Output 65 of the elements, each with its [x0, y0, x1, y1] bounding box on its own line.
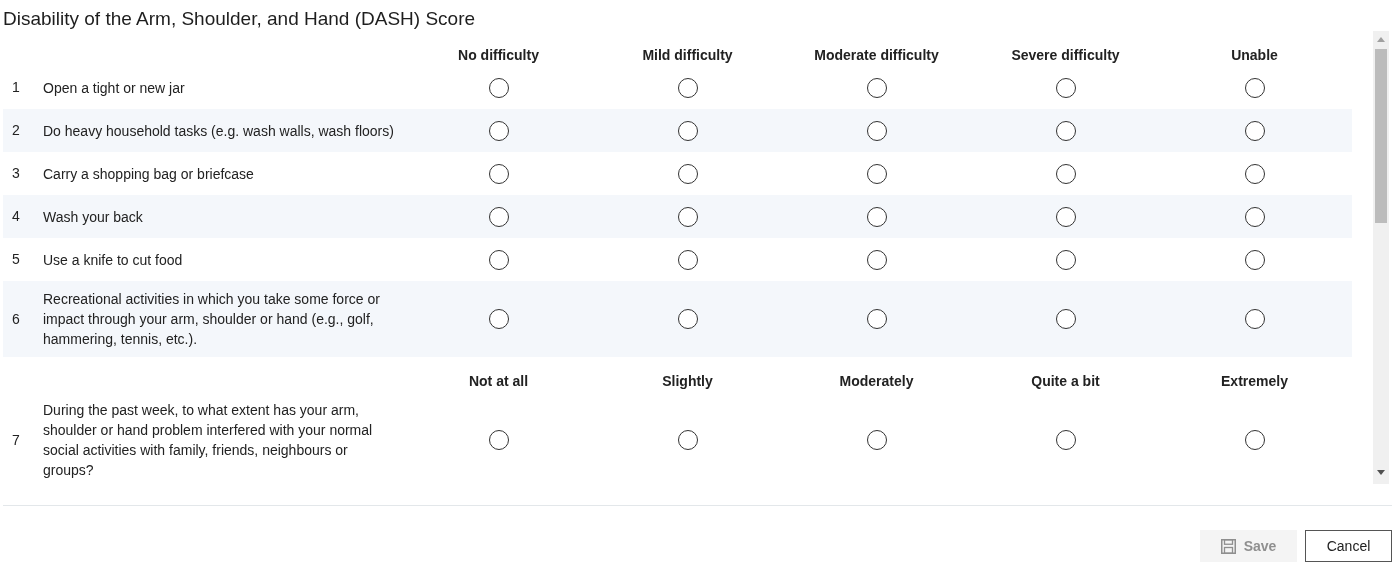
radio-button[interactable] [1055, 120, 1076, 141]
radio-button[interactable] [677, 249, 698, 270]
question-number: 6 [11, 309, 21, 329]
question-number: 5 [11, 250, 21, 269]
scrollbar[interactable] [1373, 31, 1389, 484]
radio-button[interactable] [866, 120, 887, 141]
radio-button[interactable] [677, 163, 698, 184]
radio-button[interactable] [488, 77, 509, 98]
question-text: During the past week, to what extent has your arm, shoulder or hand problem interfered with your normal social activities with family, friends, neighbours or groups? [43, 401, 374, 480]
radio-button[interactable] [488, 120, 509, 141]
radio-button[interactable] [1244, 163, 1265, 184]
question-text: Recreational activities in which you take some force or impact through your arm, shoulder or hand (e.g., golf, hammering, tennis, etc.). [43, 290, 381, 349]
radio-button[interactable] [1244, 430, 1265, 450]
radio-button[interactable] [1244, 249, 1265, 270]
radio-button[interactable] [1055, 206, 1076, 227]
scrollbar-thumb[interactable] [1375, 49, 1387, 223]
radio-button[interactable] [1055, 249, 1076, 270]
column-header: Unable [1230, 46, 1279, 65]
column-header: Moderate difficulty [813, 46, 940, 65]
radio-button[interactable] [1055, 77, 1076, 98]
column-header: Quite a bit [1030, 372, 1101, 391]
question-number: 7 [11, 430, 21, 450]
column-header: Mild difficulty [641, 46, 734, 65]
question-number: 3 [11, 164, 21, 183]
radio-button[interactable] [677, 206, 698, 227]
radio-button[interactable] [488, 206, 509, 227]
question-number: 2 [11, 121, 21, 140]
radio-button[interactable] [488, 430, 509, 450]
save-icon [1220, 538, 1236, 554]
question-text: Do heavy household tasks (e.g. wash walls, wash floors) [43, 121, 395, 141]
radio-button[interactable] [677, 120, 698, 141]
radio-button[interactable] [1244, 77, 1265, 98]
column-header: Slightly [661, 372, 714, 391]
radio-button[interactable] [677, 430, 698, 450]
cancel-button[interactable]: Cancel [1305, 530, 1392, 562]
radio-button[interactable] [866, 309, 887, 329]
column-header: Moderately [838, 372, 915, 391]
radio-button[interactable] [866, 249, 887, 270]
radio-button[interactable] [488, 309, 509, 329]
radio-button[interactable] [866, 430, 887, 450]
radio-button[interactable] [1244, 120, 1265, 141]
radio-button[interactable] [1055, 430, 1076, 450]
radio-button[interactable] [1244, 309, 1265, 329]
scroll-down-icon[interactable] [1377, 470, 1385, 475]
question-number: 4 [11, 207, 21, 226]
question-number: 1 [11, 78, 21, 97]
radio-button[interactable] [866, 77, 887, 98]
radio-button[interactable] [1244, 206, 1265, 227]
radio-button[interactable] [866, 206, 887, 227]
radio-button[interactable] [677, 309, 698, 329]
radio-button[interactable] [488, 249, 509, 270]
radio-button[interactable] [1055, 309, 1076, 329]
column-header: Not at all [467, 372, 530, 391]
column-header: Severe difficulty [1010, 46, 1121, 65]
column-header: No difficulty [457, 46, 540, 65]
dialog-title: Disability of the Arm, Shoulder, and Hand (DASH) Score [3, 7, 477, 31]
question-text: Wash your back [43, 207, 144, 227]
question-text: Open a tight or new jar [43, 78, 186, 98]
column-header: Extremely [1220, 372, 1289, 391]
question-text: Use a knife to cut food [43, 250, 184, 270]
radio-button[interactable] [1055, 163, 1076, 184]
radio-button[interactable] [488, 163, 509, 184]
question-text: Carry a shopping bag or briefcase [43, 164, 255, 184]
radio-button[interactable] [866, 163, 887, 184]
radio-button[interactable] [677, 77, 698, 98]
